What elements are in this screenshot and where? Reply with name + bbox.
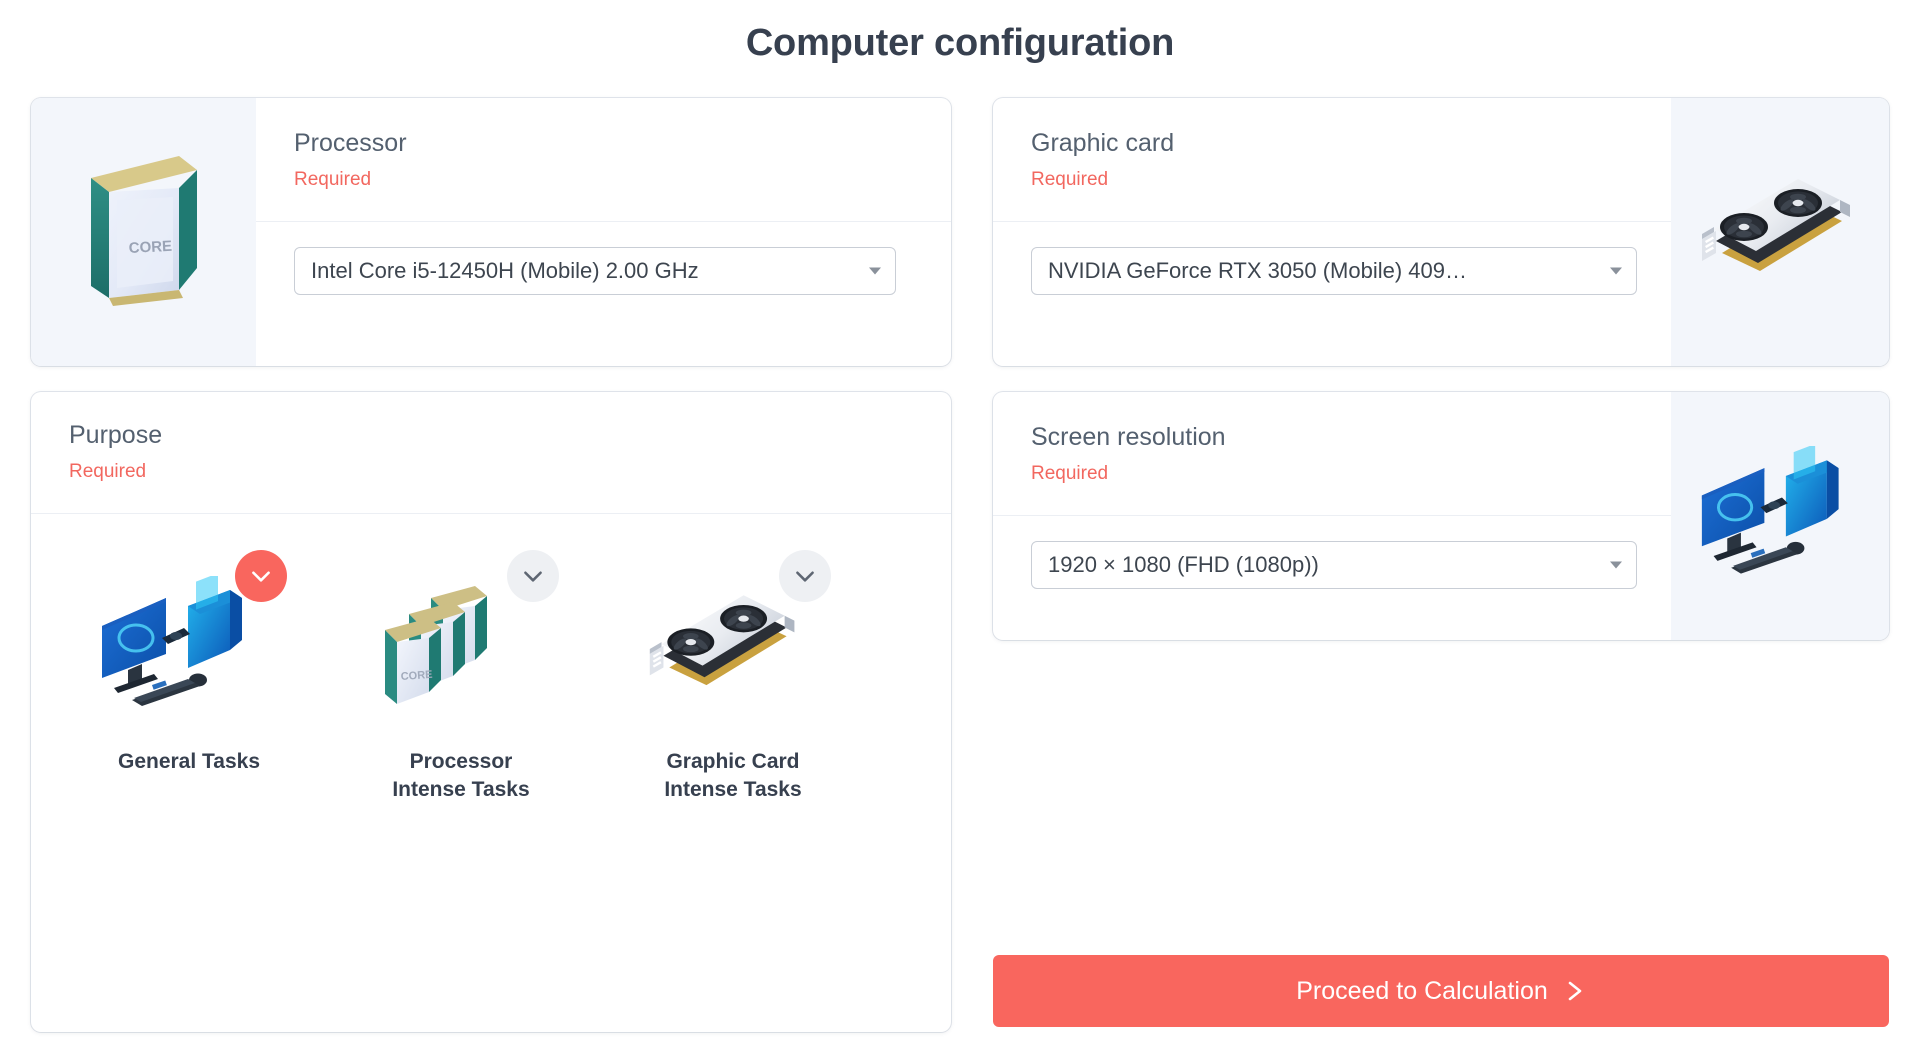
computer-configuration-page: Computer configuration CORE Processor Re… xyxy=(0,0,1920,1064)
graphic-card-header: Graphic card Required xyxy=(993,98,1671,191)
purpose-option-label: Graphic Card Intense Tasks xyxy=(664,750,802,801)
purpose-option-processor-intense-tasks[interactable]: CORE Processor Intense Tasks xyxy=(361,550,561,803)
screen-resolution-title: Screen resolution xyxy=(1031,423,1226,451)
check-icon xyxy=(524,571,542,582)
purpose-option-label: General Tasks xyxy=(117,750,261,774)
page-title: Computer configuration xyxy=(745,22,1175,64)
svg-text:CORE: CORE xyxy=(400,669,433,683)
graphic-card-title: Graphic card xyxy=(1031,129,1175,157)
screen-resolution-required-label: Required xyxy=(1031,463,1109,485)
chevron-right-icon xyxy=(1564,978,1586,1004)
purpose-option-graphic-card-intense-tasks[interactable]: Graphic Card Intense Tasks xyxy=(633,550,833,803)
processor-title: Processor xyxy=(294,129,407,157)
purpose-header: Purpose Required xyxy=(31,392,951,483)
screen-resolution-card: Screen resolution Required 1920 × 1080 (… xyxy=(993,392,1889,640)
processor-header: Processor Required xyxy=(256,98,951,191)
purpose-option-check-badge[interactable] xyxy=(235,550,287,603)
processor-card: CORE Processor Required Intel Core i5-12… xyxy=(31,98,951,366)
purpose-option-check-badge[interactable] xyxy=(779,550,831,603)
processor-image-pane: CORE xyxy=(31,98,256,366)
graphic-card-select-value: NVIDIA GeForce RTX 3050 (Mobile) 409… xyxy=(1048,258,1467,284)
graphic-card-card: Graphic card Required NVIDIA GeForce RTX… xyxy=(993,98,1889,366)
purpose-required-label: Required xyxy=(69,461,147,483)
graphic-card-required-label: Required xyxy=(1031,169,1109,191)
chevron-down-icon xyxy=(1610,267,1622,275)
graphic-card-illustration xyxy=(1702,179,1850,271)
screen-resolution-select-value: 1920 × 1080 (FHD (1080p)) xyxy=(1048,552,1319,578)
check-icon xyxy=(796,571,814,582)
processor-select-value: Intel Core i5-12450H (Mobile) 2.00 GHz xyxy=(311,258,699,284)
screen-resolution-header: Screen resolution Required xyxy=(993,392,1671,485)
check-icon xyxy=(252,571,270,582)
purpose-option-general-tasks[interactable]: General Tasks xyxy=(89,550,289,803)
graphic-card-image-pane xyxy=(1671,98,1889,366)
purpose-option-label: Processor Intense Tasks xyxy=(392,750,530,801)
svg-text:CORE: CORE xyxy=(128,238,172,257)
processor-required-label: Required xyxy=(294,169,372,191)
purpose-option-check-badge[interactable] xyxy=(507,550,559,603)
processor-select[interactable]: Intel Core i5-12450H (Mobile) 2.00 GHz xyxy=(294,247,896,296)
desktop-setup-illustration xyxy=(1701,446,1839,574)
chevron-down-icon xyxy=(869,267,881,275)
screen-resolution-image-pane xyxy=(1671,392,1889,640)
purpose-card: Purpose Required General Tasks CORE Proc… xyxy=(31,392,951,1032)
purpose-options-list: General Tasks CORE Processor Intense Tas… xyxy=(31,514,951,803)
proceed-to-calculation-button[interactable]: Proceed to Calculation xyxy=(993,955,1889,1027)
screen-resolution-select[interactable]: 1920 × 1080 (FHD (1080p)) xyxy=(1031,541,1637,590)
processor-illustration: CORE xyxy=(90,156,197,306)
graphic-card-select[interactable]: NVIDIA GeForce RTX 3050 (Mobile) 409… xyxy=(1031,247,1637,296)
purpose-title: Purpose xyxy=(69,421,163,449)
chevron-down-icon xyxy=(1610,561,1622,569)
proceed-button-label: Proceed to Calculation xyxy=(1296,976,1548,1005)
